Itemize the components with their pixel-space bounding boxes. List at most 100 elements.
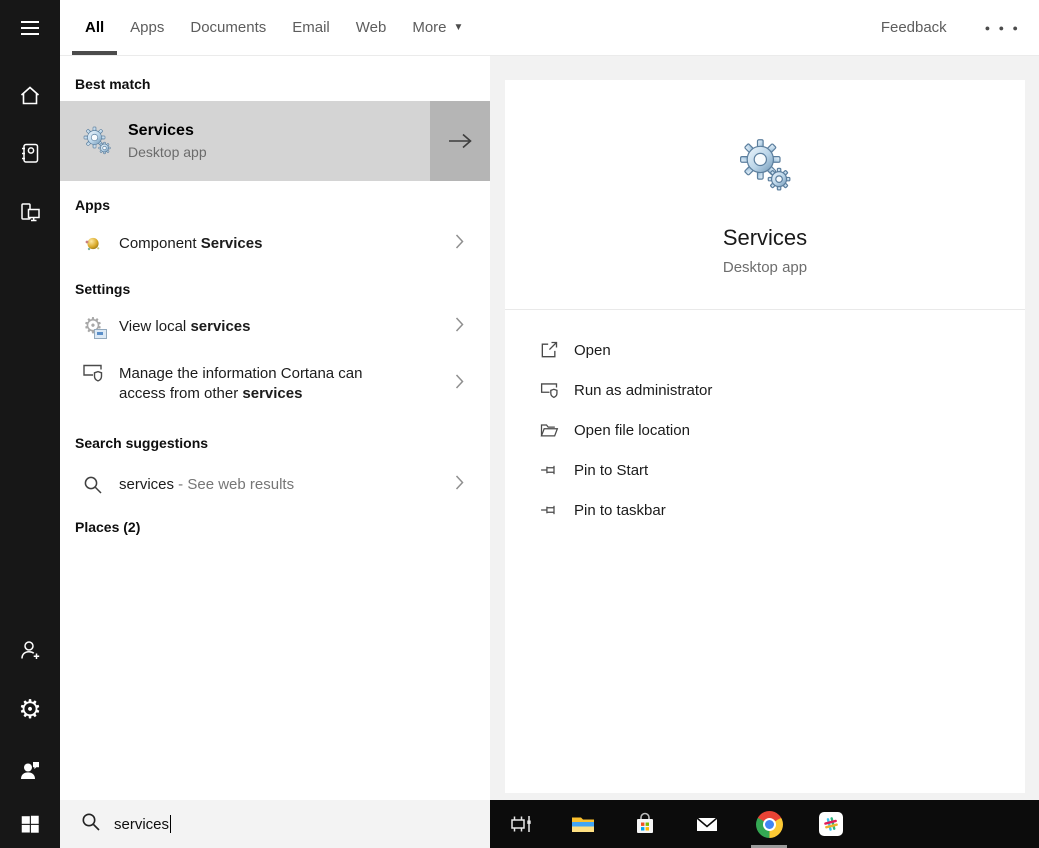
- pin-icon: [538, 499, 560, 521]
- monitor-shield-icon: [538, 379, 560, 401]
- result-label: View local services: [119, 317, 251, 337]
- result-label: services - See web results: [119, 475, 294, 495]
- services-gears-icon: [81, 125, 113, 157]
- search-icon: [81, 473, 105, 497]
- result-view-local-services[interactable]: ⚙ View local services: [60, 305, 490, 349]
- feedback-link[interactable]: Feedback: [881, 19, 947, 36]
- taskbar: services: [0, 800, 1039, 848]
- settings-button[interactable]: ⚙: [0, 686, 60, 734]
- hamburger-icon: [21, 21, 39, 35]
- start-button[interactable]: [0, 800, 60, 848]
- open-external-icon: [538, 339, 560, 361]
- services-gears-icon-large: [735, 136, 795, 196]
- best-match-row[interactable]: Services Desktop app: [60, 101, 490, 181]
- microsoft-store-icon: [632, 811, 658, 837]
- windows-search-flyout: ⚙ All Apps Documents Email Web More ▼ Fe…: [0, 0, 1039, 848]
- chevron-right-icon: [455, 317, 464, 338]
- header-right: Feedback ● ● ●: [881, 0, 1039, 55]
- action-label: Run as administrator: [574, 382, 712, 399]
- expand-preview-button[interactable]: [430, 101, 490, 181]
- preview-card: Services Desktop app Open Run as adminis…: [505, 80, 1025, 793]
- mail-icon: [694, 811, 720, 837]
- right-arrow-icon: [447, 132, 473, 150]
- tab-email-label: Email: [292, 19, 330, 36]
- notebook-icon: [18, 141, 42, 165]
- tab-email[interactable]: Email: [279, 0, 343, 55]
- best-match-subtitle: Desktop app: [128, 144, 207, 160]
- add-user-icon: [18, 638, 42, 662]
- result-label: Manage the information Cortana can acces…: [119, 364, 397, 405]
- section-best-match: Best match: [60, 76, 490, 92]
- devices-icon: [18, 200, 42, 224]
- section-search-suggestions: Search suggestions: [60, 435, 490, 451]
- tab-all[interactable]: All: [72, 0, 117, 55]
- mail-button[interactable]: [676, 800, 738, 848]
- tab-apps-label: Apps: [130, 19, 164, 36]
- taskbar-apps: [490, 800, 1039, 848]
- result-manage-cortana-info[interactable]: Manage the information Cortana can acces…: [60, 355, 490, 413]
- home-button[interactable]: [0, 71, 60, 119]
- action-label: Pin to Start: [574, 462, 648, 479]
- tab-web-label: Web: [356, 19, 387, 36]
- section-places: Places (2): [60, 519, 490, 535]
- best-match-text: Services Desktop app: [128, 122, 207, 160]
- result-component-services[interactable]: Component Services: [60, 222, 490, 266]
- result-web-suggestion[interactable]: services - See web results: [60, 463, 490, 507]
- search-results-panel: Best match Services Desktop app: [60, 56, 490, 800]
- chrome-icon: [756, 811, 783, 838]
- context-actions: Open Run as administrator Open file loca…: [505, 310, 1025, 530]
- tab-apps[interactable]: Apps: [117, 0, 177, 55]
- feedback-button-sidebar[interactable]: [0, 746, 60, 794]
- home-icon: [18, 83, 42, 107]
- devices-button[interactable]: [0, 188, 60, 236]
- file-explorer-button[interactable]: [552, 800, 614, 848]
- cortana-sidebar: ⚙: [0, 0, 60, 800]
- component-services-icon: [81, 232, 105, 256]
- action-pin-to-taskbar[interactable]: Pin to taskbar: [505, 490, 1025, 530]
- taskbar-search-input[interactable]: services: [60, 800, 490, 848]
- search-filter-tabs: All Apps Documents Email Web More ▼ Feed…: [60, 0, 1039, 56]
- tab-more-label: More: [412, 19, 446, 36]
- pin-icon: [538, 459, 560, 481]
- open-folder-icon: [538, 419, 560, 441]
- tab-all-label: All: [85, 19, 104, 36]
- tab-documents-label: Documents: [190, 19, 266, 36]
- search-icon: [81, 812, 101, 837]
- chevron-right-icon: [455, 234, 464, 255]
- preview-title: Services: [505, 225, 1025, 251]
- settings-gear-icon: ⚙: [18, 697, 41, 723]
- notebook-button[interactable]: [0, 129, 60, 177]
- gear-window-icon: ⚙: [81, 315, 105, 339]
- feedback-user-icon: [18, 758, 42, 782]
- section-apps: Apps: [60, 197, 490, 213]
- slack-button[interactable]: [800, 800, 862, 848]
- task-view-icon: [508, 811, 534, 837]
- tab-web[interactable]: Web: [343, 0, 400, 55]
- microsoft-store-button[interactable]: [614, 800, 676, 848]
- search-query-text: services: [114, 816, 169, 833]
- action-run-as-administrator[interactable]: Run as administrator: [505, 370, 1025, 410]
- text-cursor: [170, 815, 171, 833]
- overflow-menu-icon[interactable]: ● ● ●: [985, 23, 1021, 33]
- chrome-button[interactable]: [738, 800, 800, 848]
- chevron-right-icon: [455, 374, 464, 395]
- tab-more[interactable]: More ▼: [399, 0, 476, 55]
- best-match-title: Services: [128, 122, 207, 140]
- preview-subtitle: Desktop app: [505, 259, 1025, 276]
- add-user-button[interactable]: [0, 626, 60, 674]
- action-label: Open: [574, 342, 611, 359]
- chevron-down-icon: ▼: [454, 22, 464, 33]
- result-label: Component Services: [119, 234, 262, 254]
- menu-button[interactable]: [0, 4, 60, 52]
- monitor-shield-icon: [81, 361, 105, 385]
- windows-logo-icon: [19, 813, 41, 835]
- action-label: Open file location: [574, 422, 690, 439]
- tab-documents[interactable]: Documents: [177, 0, 279, 55]
- section-settings: Settings: [60, 281, 490, 297]
- task-view-button[interactable]: [490, 800, 552, 848]
- action-pin-to-start[interactable]: Pin to Start: [505, 450, 1025, 490]
- action-open[interactable]: Open: [505, 330, 1025, 370]
- action-label: Pin to taskbar: [574, 502, 666, 519]
- action-open-file-location[interactable]: Open file location: [505, 410, 1025, 450]
- chevron-right-icon: [455, 475, 464, 496]
